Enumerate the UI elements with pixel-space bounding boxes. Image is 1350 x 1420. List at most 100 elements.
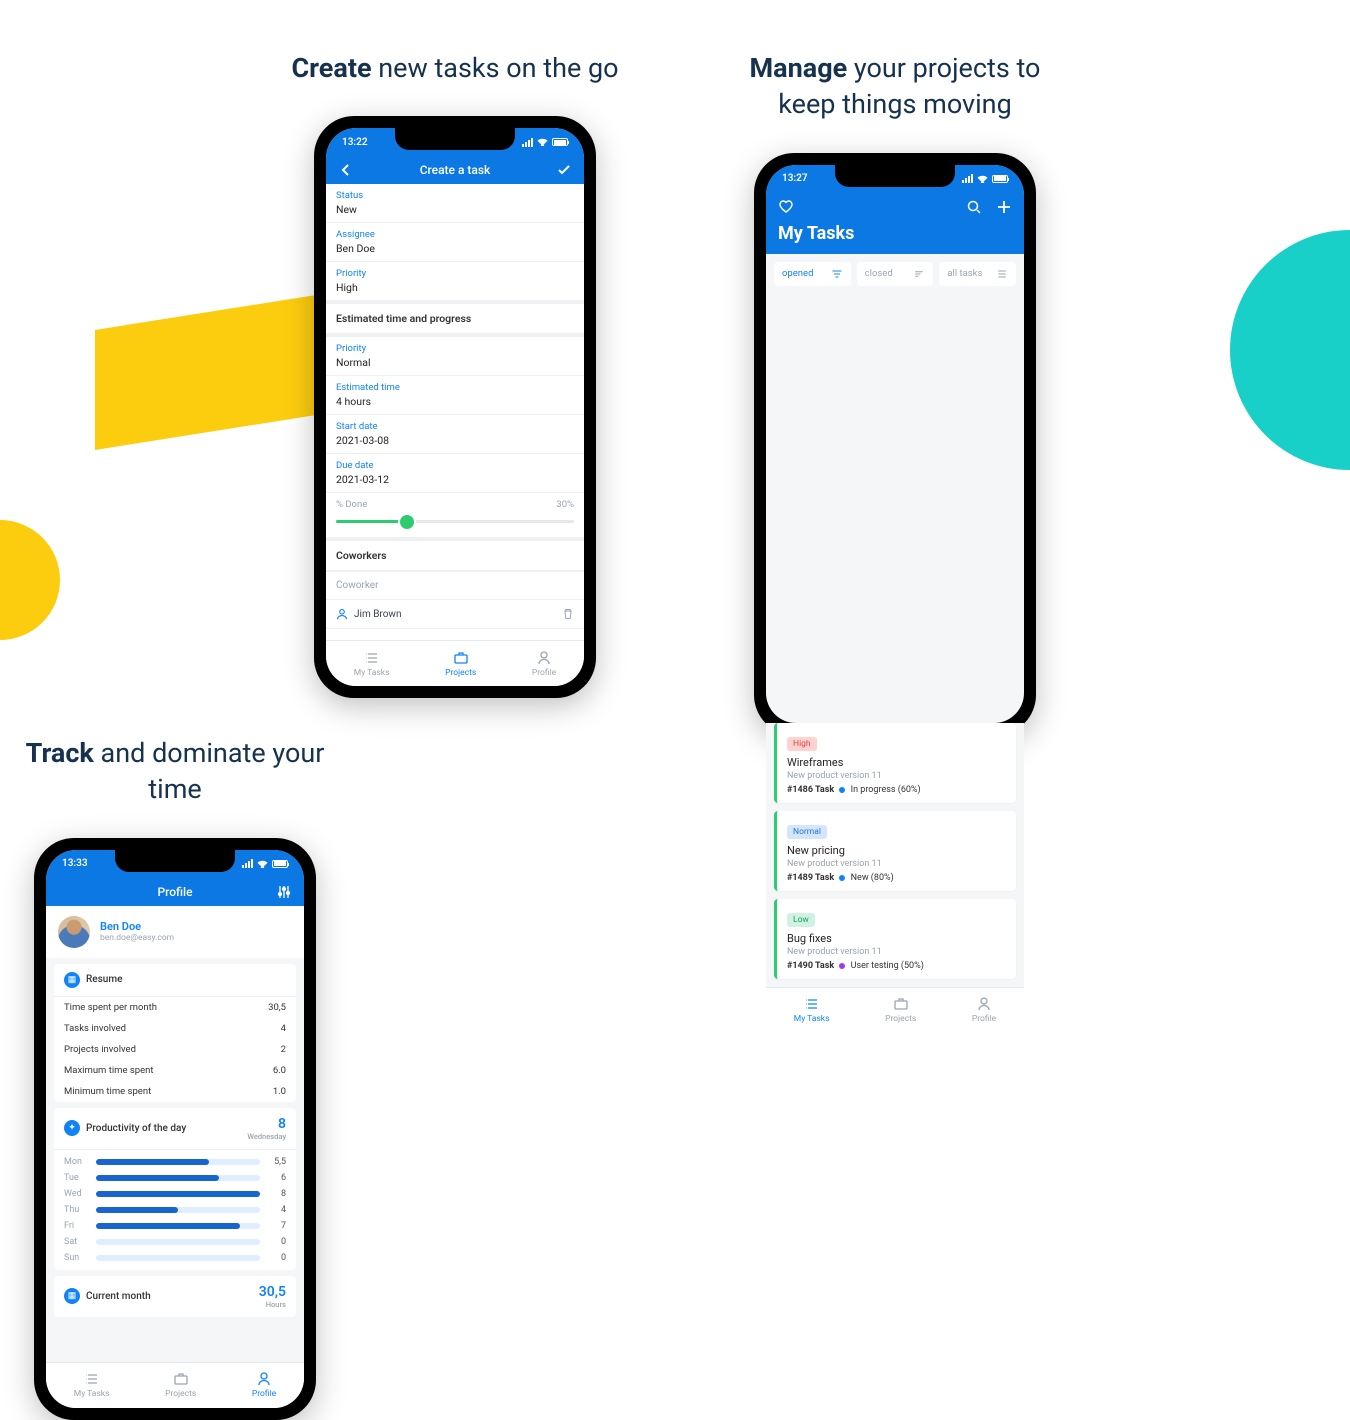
- card-title: Wireframes: [787, 756, 1006, 769]
- back-icon[interactable]: [338, 162, 354, 178]
- page-title: My Tasks: [778, 223, 1012, 244]
- headline-1: Create new tasks on the go: [291, 50, 618, 86]
- card-meta: #1490 Task User testing (50%): [787, 961, 1006, 971]
- coworker-row[interactable]: Jim Brown: [326, 599, 584, 628]
- nav-header: Profile: [46, 878, 304, 906]
- user-icon: [256, 1371, 272, 1387]
- field-priority-2[interactable]: PriorityNormal: [326, 337, 584, 376]
- menu-icon: [996, 268, 1008, 280]
- percent-done-slider[interactable]: % Done30%: [326, 493, 584, 541]
- productivity-value: 8: [247, 1116, 286, 1132]
- filter-all[interactable]: all tasks: [939, 262, 1016, 286]
- tab-bar: My Tasks Projects Profile: [326, 640, 584, 686]
- wifi-icon: [257, 860, 268, 868]
- sort-icon: [913, 268, 925, 280]
- card-subtitle: New product version 11: [787, 859, 1006, 869]
- productivity-title: Productivity of the day: [86, 1123, 186, 1134]
- stat-row: Minimum time spent1.0: [54, 1081, 296, 1102]
- tab-my-tasks[interactable]: My Tasks: [74, 1371, 110, 1399]
- task-card[interactable]: Low Bug fixes New product version 11 #14…: [774, 899, 1016, 979]
- plus-icon[interactable]: [996, 199, 1012, 215]
- priority-badge: Low: [787, 913, 815, 927]
- card-title: Bug fixes: [787, 932, 1006, 945]
- avatar: [58, 916, 90, 948]
- day-bar-row: Sun0: [54, 1250, 296, 1266]
- tab-my-tasks[interactable]: My Tasks: [354, 650, 390, 678]
- briefcase-icon: [453, 650, 469, 666]
- tab-projects[interactable]: Projects: [885, 996, 916, 1024]
- signal-icon: [522, 138, 533, 147]
- battery-icon: [272, 860, 288, 868]
- tab-profile[interactable]: Profile: [972, 996, 996, 1024]
- heart-icon[interactable]: [778, 199, 794, 215]
- calendar-icon: ▦: [64, 1288, 80, 1304]
- stat-row: Time spent per month30,5: [54, 997, 296, 1018]
- tab-bar: My Tasks Projects Profile: [766, 987, 1024, 1033]
- task-card[interactable]: High Wireframes New product version 11 #…: [774, 723, 1016, 803]
- profile-name: Ben Doe: [100, 920, 174, 933]
- battery-icon: [992, 175, 1008, 183]
- phone-frame-1: 13:22 Create a task StatusNew AssigneeBe…: [314, 116, 596, 698]
- day-bar-row: Thu4: [54, 1202, 296, 1218]
- stat-row: Maximum time spent6.0: [54, 1060, 296, 1081]
- stat-row: Tasks involved4: [54, 1018, 296, 1039]
- tab-projects[interactable]: Projects: [445, 650, 476, 678]
- day-bar-row: Sat0: [54, 1234, 296, 1250]
- attach-file-button[interactable]: Attach file: [326, 628, 584, 640]
- headline-2: Manage your projects to keep things movi…: [720, 50, 1070, 123]
- profile-email: ben.doe@easy.com: [100, 933, 174, 943]
- month-title: Current month: [86, 1291, 151, 1302]
- list-icon: [804, 996, 820, 1012]
- tab-profile[interactable]: Profile: [252, 1371, 276, 1399]
- field-estimated-time[interactable]: Estimated time4 hours: [326, 376, 584, 415]
- coworker-input[interactable]: Coworker: [326, 571, 584, 599]
- trash-icon[interactable]: [562, 608, 574, 620]
- productivity-day: Wednesday: [247, 1132, 286, 1141]
- task-card[interactable]: Normal New pricing New product version 1…: [774, 811, 1016, 891]
- list-icon: [84, 1371, 100, 1387]
- battery-icon: [552, 138, 568, 146]
- task-cards: High Wireframes New product version 11 #…: [766, 723, 1024, 987]
- month-value: 30,5: [259, 1284, 286, 1300]
- briefcase-icon: [893, 996, 909, 1012]
- user-icon: [976, 996, 992, 1012]
- field-start-date[interactable]: Start date2021-03-08: [326, 415, 584, 454]
- priority-badge: Normal: [787, 825, 827, 839]
- card-meta: #1486 Task In progress (60%): [787, 785, 1006, 795]
- section-header: Estimated time and progress: [326, 304, 584, 337]
- field-due-date[interactable]: Due date2021-03-12: [326, 454, 584, 493]
- tab-projects[interactable]: Projects: [165, 1371, 196, 1399]
- settings-icon[interactable]: [276, 884, 292, 900]
- productivity-box: ✦Productivity of the day 8Wednesday Mon5…: [54, 1108, 296, 1270]
- signal-icon: [962, 174, 973, 183]
- briefcase-icon: [173, 1371, 189, 1387]
- list-icon: [364, 650, 380, 666]
- card-meta: #1489 Task New (80%): [787, 873, 1006, 883]
- header-title: Create a task: [354, 163, 556, 177]
- resume-icon: ▦: [64, 972, 80, 988]
- filter-closed[interactable]: closed: [857, 262, 934, 286]
- priority-badge: High: [787, 737, 817, 751]
- confirm-icon[interactable]: [556, 162, 572, 178]
- user-icon: [336, 608, 348, 620]
- current-month-box[interactable]: ▦Current month 30,5Hours: [54, 1276, 296, 1317]
- day-bar-row: Wed8: [54, 1186, 296, 1202]
- productivity-icon: ✦: [64, 1120, 80, 1136]
- profile-header[interactable]: Ben Doeben.doe@easy.com: [46, 906, 304, 958]
- day-bar-row: Tue6: [54, 1170, 296, 1186]
- filter-row: opened closed all tasks: [766, 254, 1024, 294]
- tab-profile[interactable]: Profile: [532, 650, 556, 678]
- filter-opened[interactable]: opened: [774, 262, 851, 286]
- field-status[interactable]: StatusNew: [326, 184, 584, 223]
- search-icon[interactable]: [966, 199, 982, 215]
- card-subtitle: New product version 11: [787, 771, 1006, 781]
- field-priority[interactable]: PriorityHigh: [326, 262, 584, 304]
- field-assignee[interactable]: AssigneeBen Doe: [326, 223, 584, 262]
- tab-my-tasks[interactable]: My Tasks: [794, 996, 830, 1024]
- tab-bar: My Tasks Projects Profile: [46, 1362, 304, 1408]
- filter-icon: [831, 268, 843, 280]
- day-bar-row: Fri7: [54, 1218, 296, 1234]
- nav-header: Create a task: [326, 156, 584, 184]
- status-time: 13:22: [342, 137, 368, 148]
- header-title: Profile: [74, 885, 276, 899]
